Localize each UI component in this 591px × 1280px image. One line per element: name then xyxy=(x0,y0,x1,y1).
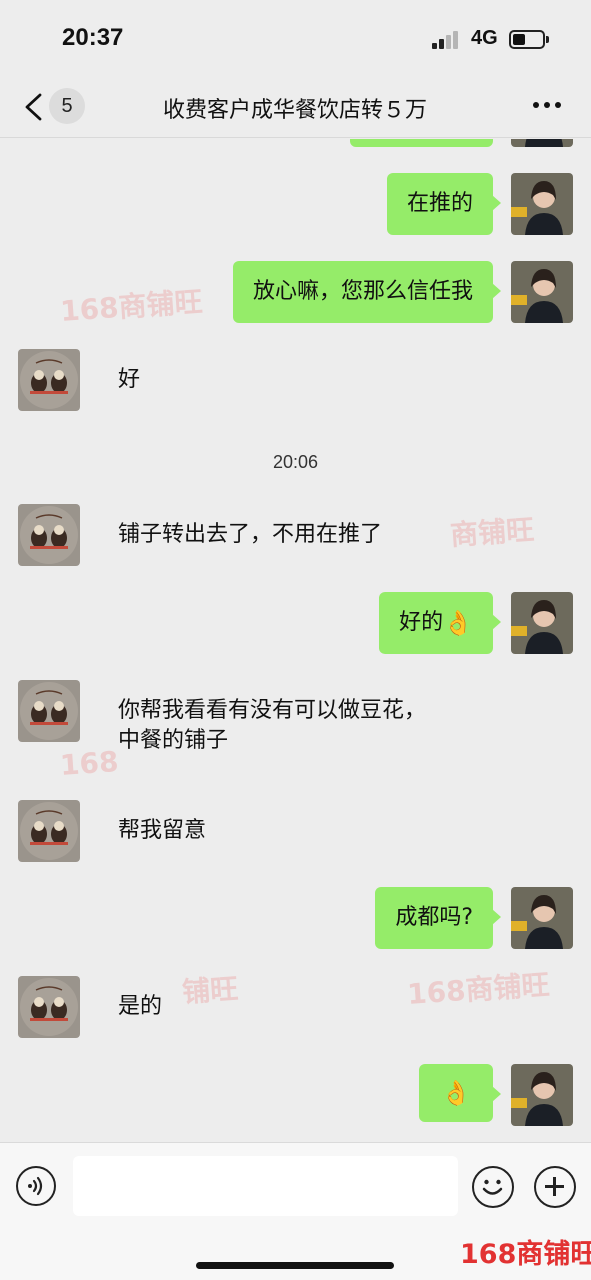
signal-strength-icon xyxy=(432,29,464,49)
contact-avatar[interactable] xyxy=(18,349,80,411)
message-row: 铺子转出去了，不用在推了 xyxy=(0,504,591,566)
ok-hand-icon: 👌 xyxy=(443,609,473,637)
ok-hand-icon: 👌 xyxy=(441,1079,471,1107)
emoji-button[interactable] xyxy=(472,1166,514,1208)
message-bubble[interactable]: 成都吗? xyxy=(375,887,501,949)
message-bubble[interactable]: 在推的 xyxy=(386,173,502,235)
my-avatar[interactable] xyxy=(511,173,573,235)
message-row: 帮我留意 xyxy=(0,800,591,862)
message-row: 好的👌 xyxy=(0,592,591,654)
message-bubble[interactable]: 好的👌 xyxy=(379,592,501,654)
chat-title: 收费客户成华餐饮店转５万 xyxy=(162,98,427,123)
message-input[interactable] xyxy=(73,1156,458,1216)
chat-header: 5 收费客户成华餐饮店转５万 xyxy=(0,78,591,138)
more-options-icon[interactable] xyxy=(533,102,563,110)
unread-count-badge[interactable]: 5 xyxy=(49,88,85,124)
message-row: 是的 xyxy=(0,976,591,1038)
message-bubble[interactable]: 是的 xyxy=(98,976,182,1038)
message-bubble-partial xyxy=(350,139,493,147)
status-bar: 20:37 4G xyxy=(0,0,591,78)
input-toolbar: 168商铺旺 xyxy=(0,1142,591,1280)
message-bubble[interactable]: 铺子转出去了，不用在推了 xyxy=(98,504,402,566)
home-indicator[interactable] xyxy=(196,1262,394,1269)
smiley-icon xyxy=(482,1179,503,1195)
brand-watermark: 168商铺旺 xyxy=(460,1239,591,1270)
voice-input-button[interactable] xyxy=(16,1166,56,1206)
message-timestamp: 20:06 xyxy=(272,452,319,472)
battery-icon xyxy=(509,30,545,49)
network-type: 4G xyxy=(471,27,498,49)
message-text-line: 中餐的铺子 xyxy=(118,728,229,753)
my-avatar[interactable] xyxy=(511,592,573,654)
message-row: 你帮我看看有没有可以做豆花， 中餐的铺子 xyxy=(0,680,591,760)
message-row: 放心嘛，您那么信任我 xyxy=(0,261,591,323)
battery-cap xyxy=(546,36,549,43)
message-bubble[interactable]: 好 xyxy=(98,349,160,411)
message-row: 在推的 xyxy=(0,173,591,235)
status-time: 20:37 xyxy=(62,24,124,51)
my-avatar[interactable] xyxy=(511,887,573,949)
my-avatar[interactable] xyxy=(511,139,573,147)
message-row: 👌 xyxy=(0,1064,591,1126)
message-bubble[interactable]: 👌 xyxy=(419,1064,501,1122)
wechat-chat-screen: 20:37 4G 5 收费客户成华餐饮店转５万 在推的 放心嘛，您那么信任我 好… xyxy=(0,0,591,1280)
contact-avatar[interactable] xyxy=(18,680,80,742)
my-avatar[interactable] xyxy=(511,1064,573,1126)
message-text-line: 你帮我看看有没有可以做豆花， xyxy=(118,698,427,723)
back-arrow-icon[interactable] xyxy=(22,92,44,122)
my-avatar[interactable] xyxy=(511,261,573,323)
message-list[interactable]: 在推的 放心嘛，您那么信任我 好 20:06 铺子转出去了，不用在推了 好的👌 … xyxy=(0,139,591,1142)
contact-avatar[interactable] xyxy=(18,800,80,862)
message-row: 好 xyxy=(0,349,591,411)
message-bubble[interactable]: 放心嘛，您那么信任我 xyxy=(232,261,502,323)
contact-avatar[interactable] xyxy=(18,976,80,1038)
message-bubble[interactable]: 你帮我看看有没有可以做豆花， 中餐的铺子 xyxy=(98,680,488,772)
message-text: 好的 xyxy=(399,610,444,635)
message-row: 成都吗? xyxy=(0,887,591,949)
more-actions-button[interactable] xyxy=(534,1166,576,1208)
message-bubble[interactable]: 帮我留意 xyxy=(98,800,226,862)
voice-icon xyxy=(28,1176,43,1196)
contact-avatar[interactable] xyxy=(18,504,80,566)
